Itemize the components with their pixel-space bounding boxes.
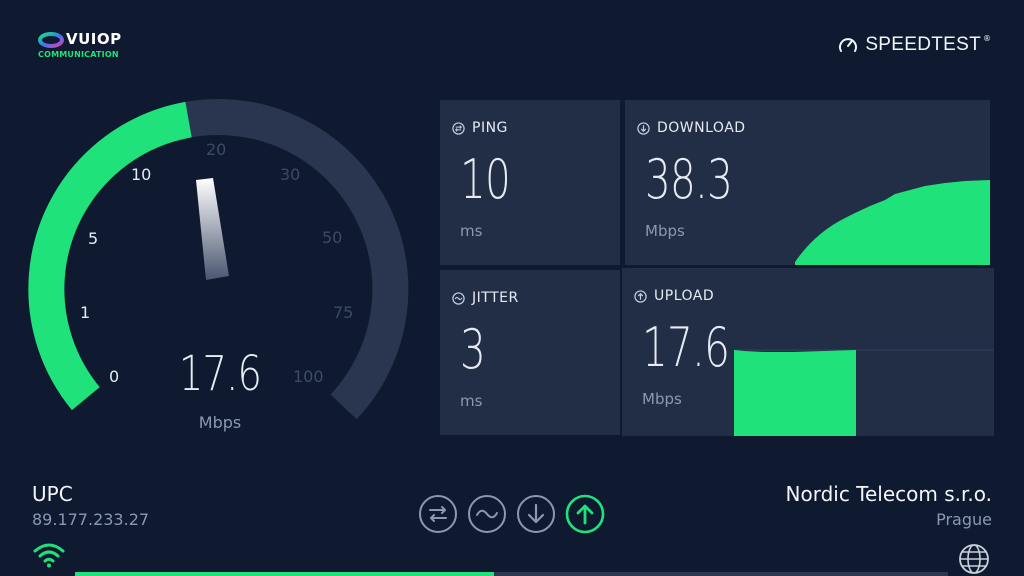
tick-label: 100	[293, 367, 324, 386]
server-location: Prague	[936, 510, 992, 529]
speed-gauge: 0 1 5 10 20 30 50 75 100	[0, 80, 440, 460]
jitter-unit: ms	[460, 392, 483, 410]
upload-label: UPLOAD	[634, 288, 714, 304]
tick-label: 75	[333, 303, 353, 322]
download-graph	[795, 180, 990, 265]
upload-icon	[634, 289, 647, 303]
tick-label: 10	[131, 165, 151, 184]
ping-panel: PING 10 ms	[440, 100, 620, 265]
upload-graph	[734, 349, 994, 436]
ping-unit: ms	[460, 222, 483, 240]
speedtest-brand: SPEEDTEST ®	[837, 34, 991, 56]
jitter-label-text: JITTER	[472, 290, 519, 306]
trademark: ®	[983, 34, 991, 43]
jitter-icon	[452, 291, 465, 305]
jitter-step-icon[interactable]	[467, 494, 507, 534]
tick-label: 0	[109, 367, 119, 386]
isp-name: UPC	[32, 482, 73, 506]
current-speed-unit: Mbps	[198, 413, 242, 432]
upload-value: 17.6	[642, 316, 730, 379]
logo-ring-icon	[38, 32, 64, 48]
globe-icon[interactable]	[958, 543, 990, 575]
download-label-text: DOWNLOAD	[657, 120, 746, 136]
ping-step-icon[interactable]	[418, 494, 458, 534]
tick-label: 30	[280, 165, 300, 184]
upload-label-text: UPLOAD	[654, 288, 715, 304]
isp-ip: 89.177.233.27	[32, 510, 150, 529]
logo-subtitle: COMMUNICATION	[38, 50, 119, 59]
ping-label: PING	[452, 120, 508, 136]
download-value: 38.3	[645, 148, 733, 211]
tick-label: 20	[206, 140, 226, 159]
test-progress-bar	[75, 572, 948, 576]
ping-value: 10	[460, 148, 511, 211]
download-unit: Mbps	[645, 222, 685, 240]
upload-unit: Mbps	[642, 390, 682, 408]
gauge-dial: 0 1 5 10 20 30 50 75 100	[28, 99, 409, 420]
server-name: Nordic Telecom s.r.o.	[785, 482, 993, 506]
ping-icon	[452, 121, 465, 135]
test-step-indicators	[418, 494, 605, 534]
download-panel: DOWNLOAD 38.3 Mbps	[625, 100, 990, 265]
ping-label-text: PING	[472, 120, 508, 136]
logo-text: VUIOP	[66, 30, 122, 48]
company-logo: VUIOP COMMUNICATION	[38, 30, 148, 62]
speedometer-icon	[839, 38, 858, 52]
tick-label: 5	[88, 229, 98, 248]
current-speed-value: 17.6	[178, 346, 262, 402]
brand-text: SPEEDTEST	[865, 34, 981, 55]
upload-panel: UPLOAD 17.6 Mbps	[622, 268, 994, 436]
jitter-label: JITTER	[452, 290, 519, 306]
tick-label: 50	[322, 228, 342, 247]
test-progress-fill	[75, 572, 495, 576]
download-label: DOWNLOAD	[637, 120, 746, 136]
gauge-needle	[196, 178, 229, 280]
upload-step-icon[interactable]	[565, 494, 605, 534]
wifi-icon	[33, 543, 65, 568]
jitter-panel: JITTER 3 ms	[440, 270, 620, 435]
tick-label: 1	[80, 303, 90, 322]
download-icon	[637, 121, 650, 135]
download-step-icon[interactable]	[516, 494, 556, 534]
jitter-value: 3	[460, 318, 486, 381]
